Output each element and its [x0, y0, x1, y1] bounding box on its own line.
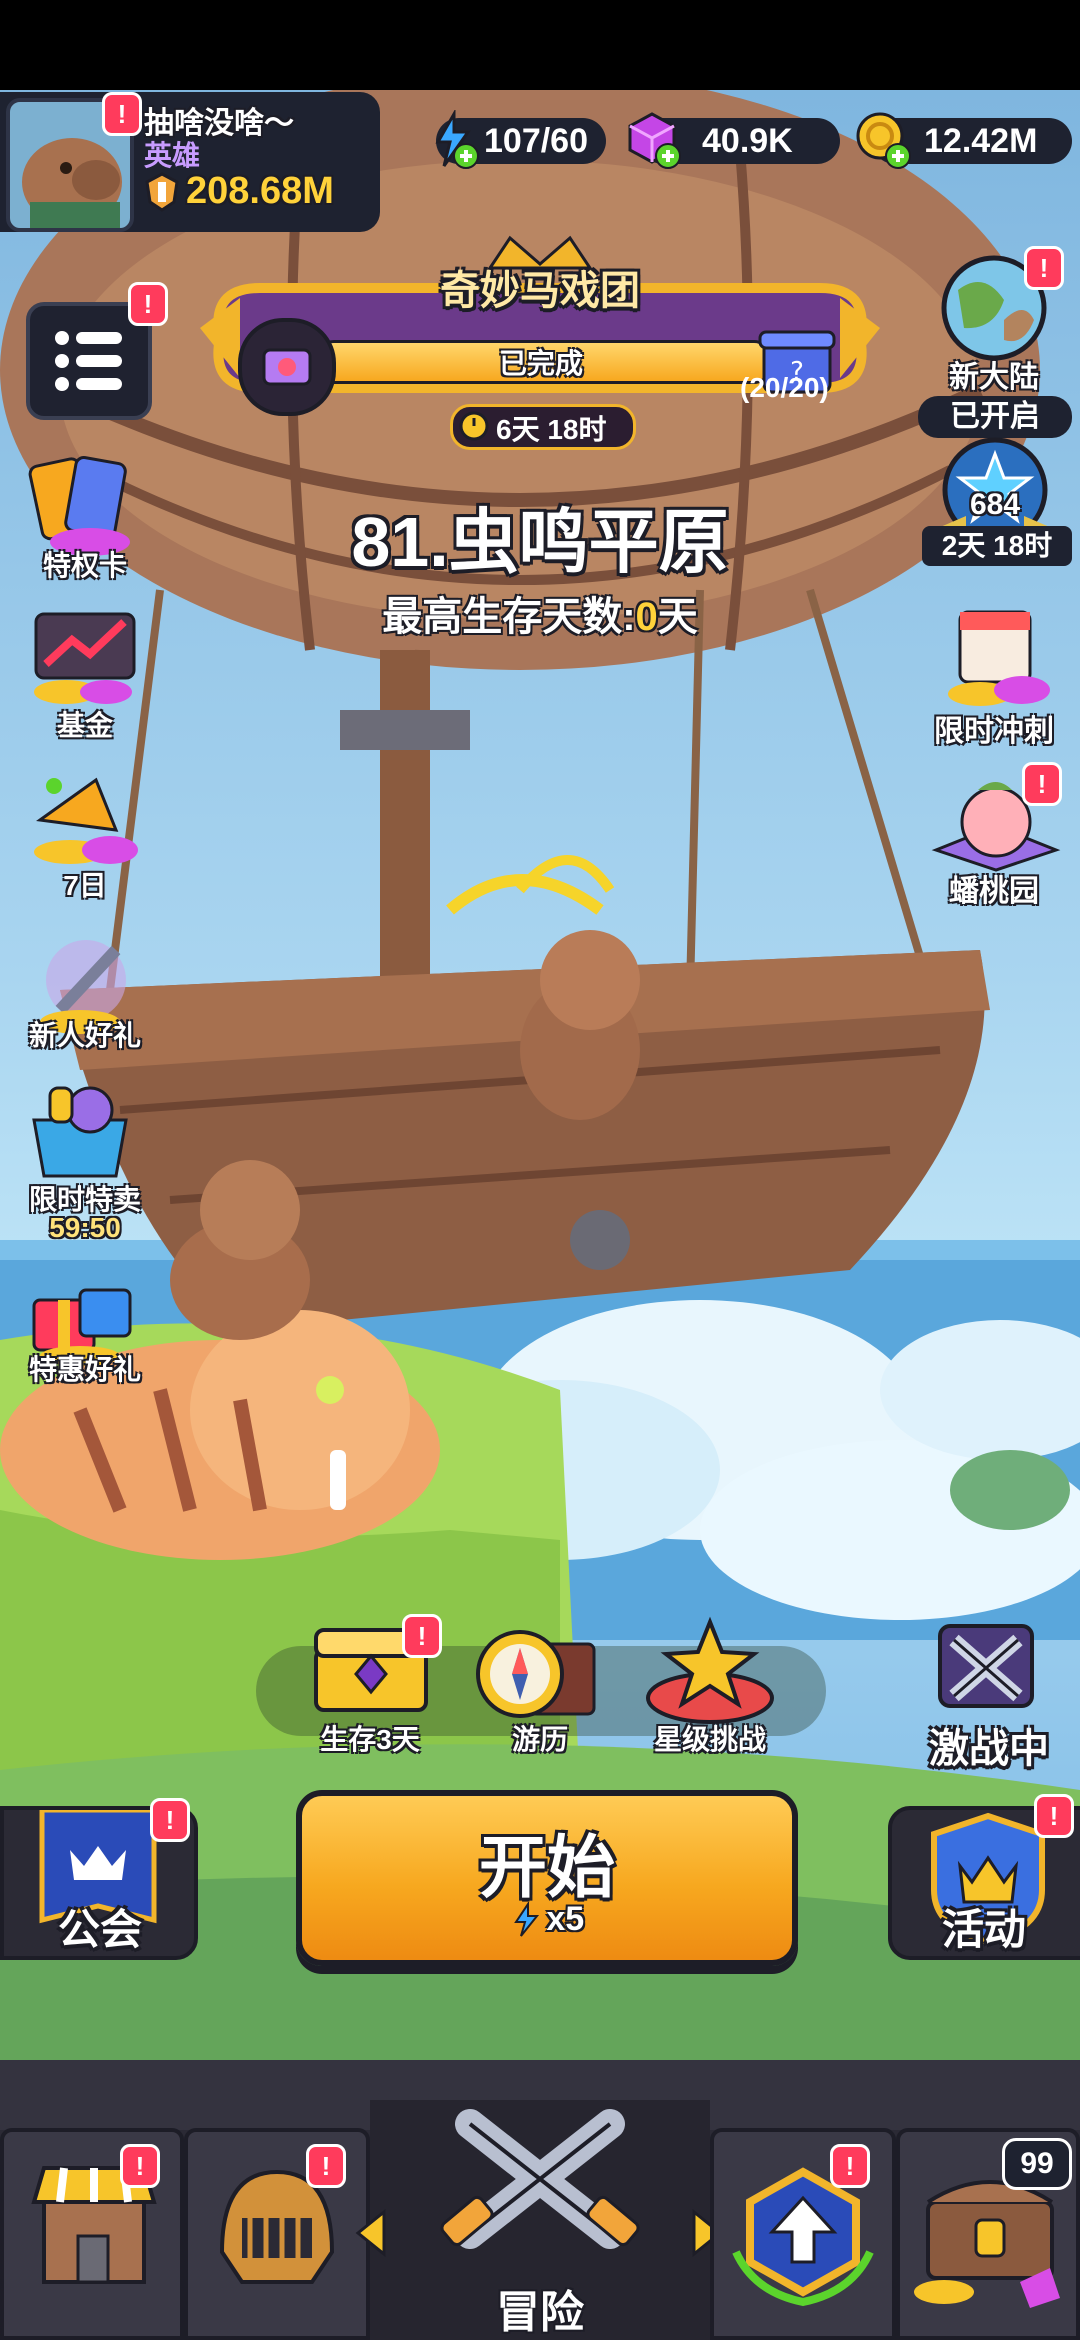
crossed-swords-adventure-icon	[440, 2109, 640, 2249]
energy-value: 107/60	[484, 122, 588, 160]
flash-sale-timer: 59:50	[49, 1212, 121, 1243]
guild-alert-badge: !	[150, 1798, 190, 1842]
event-title: 奇妙马戏团	[440, 269, 640, 313]
star-challenge-icon	[646, 1616, 774, 1724]
peach-alert-badge: !	[1022, 762, 1062, 806]
left-menu-label-1: 基金	[56, 710, 113, 741]
ticket-icon	[238, 318, 336, 416]
battle-button[interactable]	[926, 1612, 1046, 1722]
best-survival: 最高生存天数:0天	[200, 584, 880, 642]
left-menu-label-3: 新人好礼	[28, 1020, 141, 1051]
chest-count-badge: 99	[1002, 2138, 1072, 2190]
shop-alert-badge: !	[120, 2144, 160, 2188]
limited-sprint-button[interactable]	[930, 602, 1060, 712]
equipment-alert-badge: !	[306, 2144, 346, 2188]
event-status: 已完成	[498, 348, 583, 379]
left-menu-label-0: 特权卡	[42, 550, 127, 581]
star-timer: 2天 18时	[941, 530, 1053, 561]
energy-icon	[513, 1900, 539, 1937]
calendar-sprint-icon	[948, 610, 1050, 706]
battle-label: 激战中	[929, 1727, 1049, 1771]
star-timer-pill: 2天 18时	[922, 526, 1072, 566]
event-timer: 6天 18时	[496, 414, 607, 445]
journey-button[interactable]	[470, 1624, 610, 1728]
energy-plus-icon[interactable]	[424, 108, 480, 170]
guild-label: 公会	[57, 1906, 142, 1953]
nav-left-arrow-icon[interactable]	[352, 2208, 392, 2258]
start-label: 开始	[478, 1830, 615, 1906]
left-menu-label-5: 特惠好礼	[28, 1354, 141, 1385]
menu-alert-badge: !	[128, 282, 168, 326]
left-menu-label-2: 7日	[63, 870, 107, 901]
nav-adventure-tab[interactable]: 冒险	[370, 2100, 710, 2340]
best-survival-label: 最高生存天数:	[382, 595, 636, 639]
mode-label-2: 星级挑战	[653, 1724, 766, 1755]
gold-value: 12.42M	[924, 122, 1038, 160]
activity-alert-badge: !	[1034, 1794, 1074, 1838]
player-power: 208.68M	[186, 170, 334, 212]
compass-icon	[476, 1630, 596, 1718]
gem-plus-icon[interactable]	[622, 108, 684, 170]
avatar-alert-badge: !	[102, 92, 142, 136]
chest-count: 99	[1020, 2147, 1054, 2180]
start-cost: x5	[302, 1900, 792, 1939]
fund-button[interactable]	[20, 600, 150, 720]
best-survival-value: 0	[635, 595, 658, 639]
limited-sprint-label: 限时冲刺	[934, 715, 1054, 748]
adventure-label: 冒险	[496, 2288, 584, 2337]
best-survival-unit: 天	[657, 595, 698, 639]
gold-plus-icon[interactable]	[852, 108, 914, 170]
start-cost-value: x5	[546, 1900, 585, 1938]
stopwatch-icon	[456, 406, 492, 442]
flash-sale-icon	[32, 1086, 128, 1178]
new-land-status: 已开启	[950, 400, 1040, 433]
new-land-alert-badge: !	[1024, 246, 1064, 290]
peach-garden-label: 蟠桃园	[949, 875, 1039, 908]
activity-label: 活动	[941, 1906, 1026, 1953]
star-count: 684	[969, 488, 1021, 521]
new-land-status-pill: 已开启	[918, 396, 1072, 438]
start-button[interactable]: 开始 x5	[296, 1790, 798, 1966]
mode-label-1: 游历	[511, 1724, 568, 1755]
fund-chart-icon	[34, 612, 136, 704]
star-challenge-button[interactable]	[640, 1612, 780, 1732]
seven-day-button[interactable]	[20, 760, 150, 880]
seven-day-gift-icon	[34, 777, 138, 864]
stage-title: 81.虫鸣平原	[351, 503, 729, 581]
event-progress-count: (20/20)	[740, 372, 829, 403]
crossed-swords-icon	[938, 1624, 1034, 1708]
upgrade-alert-badge: !	[830, 2144, 870, 2188]
player-title: 英雄	[144, 140, 201, 171]
new-land-label: 新大陆	[949, 361, 1039, 394]
status-bar	[0, 0, 1080, 90]
left-menu: 特权卡 基金 7日 新人好礼 限时特卖 59:50 特惠好礼	[0, 440, 170, 1400]
survival-alert-badge: !	[402, 1614, 442, 1658]
gems-value: 40.9K	[702, 122, 793, 160]
power-icon	[144, 172, 180, 212]
mode-label-0: 生存3天	[320, 1724, 420, 1755]
